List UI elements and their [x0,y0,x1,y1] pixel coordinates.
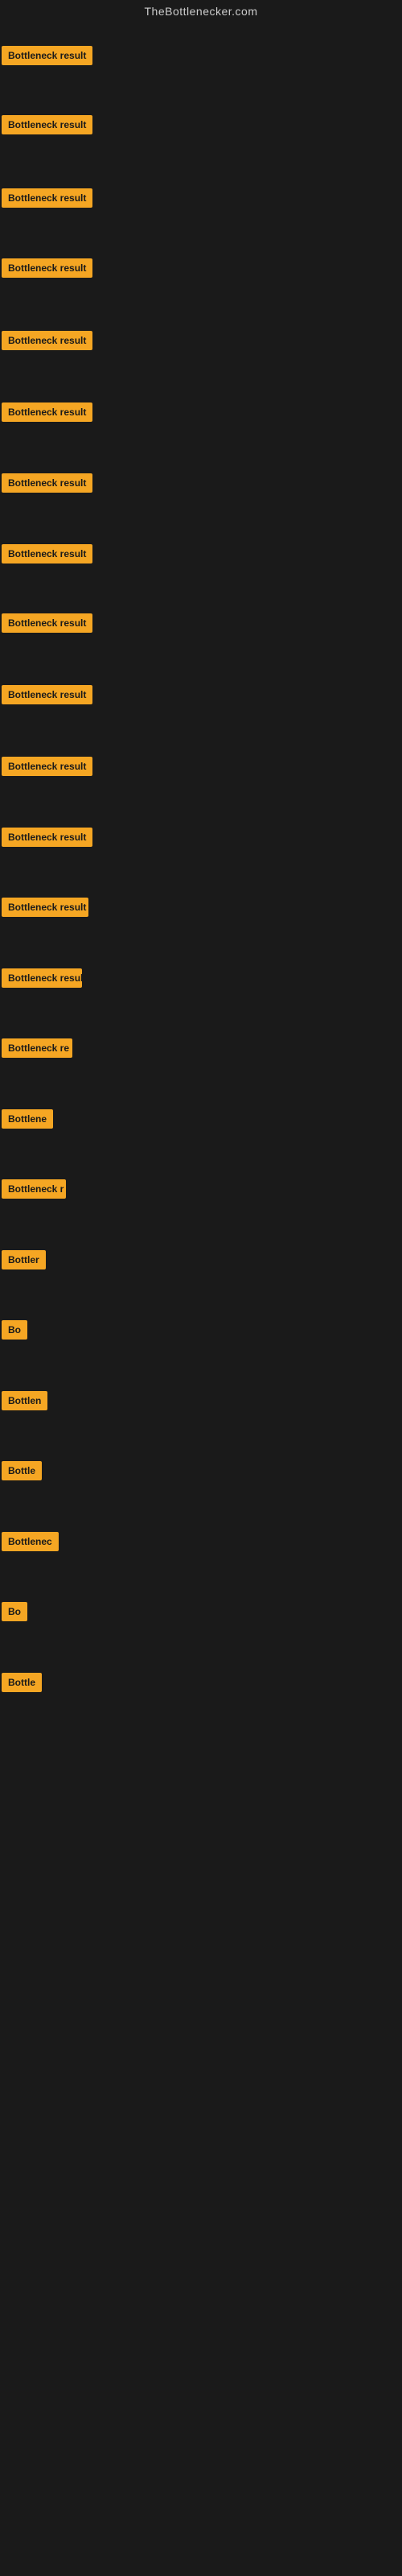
bottleneck-badge-8: Bottleneck result [2,544,92,564]
site-title: TheBottlenecker.com [0,0,402,23]
bottleneck-badge-24: Bottle [2,1673,42,1692]
bottleneck-badge-4: Bottleneck result [2,258,92,278]
bottleneck-badge-23: Bo [2,1602,27,1621]
bottleneck-badge-14: Bottleneck result [2,968,82,988]
bottleneck-badge-6: Bottleneck result [2,402,92,422]
bottleneck-badge-10: Bottleneck result [2,685,92,704]
bottleneck-badge-2: Bottleneck result [2,115,92,134]
bottleneck-badge-15: Bottleneck re [2,1038,72,1058]
bottleneck-badge-17: Bottleneck r [2,1179,66,1199]
bottleneck-badge-19: Bo [2,1320,27,1340]
bottleneck-badge-12: Bottleneck result [2,828,92,847]
bottleneck-badge-9: Bottleneck result [2,613,92,633]
bottleneck-badge-21: Bottle [2,1461,42,1480]
bottleneck-badge-1: Bottleneck result [2,46,92,65]
bottleneck-badge-11: Bottleneck result [2,757,92,776]
bottleneck-badge-3: Bottleneck result [2,188,92,208]
bottleneck-badge-20: Bottlen [2,1391,47,1410]
bottleneck-badge-18: Bottler [2,1250,46,1269]
bottleneck-badge-7: Bottleneck result [2,473,92,493]
bottleneck-badge-22: Bottlenec [2,1532,59,1551]
bottleneck-badge-5: Bottleneck result [2,331,92,350]
bottleneck-badge-16: Bottlene [2,1109,53,1129]
bottleneck-badge-13: Bottleneck result [2,898,88,917]
